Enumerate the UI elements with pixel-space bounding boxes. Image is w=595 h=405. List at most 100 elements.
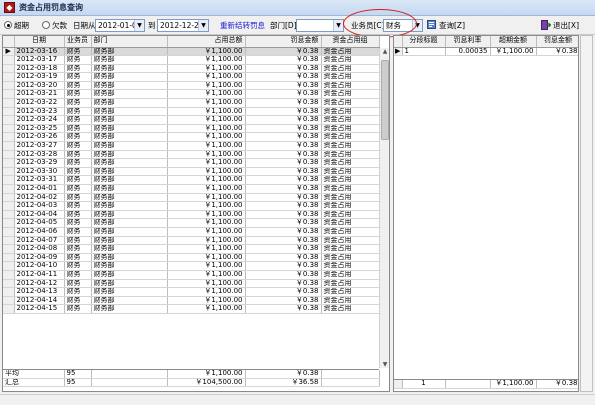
table-row[interactable]: 2012-03-30 财务 财务部 ￥1,100.00 ￥0.38 资金占用 <box>3 167 380 177</box>
row-indicator[interactable] <box>3 304 15 314</box>
exit-button[interactable]: 退出[X] <box>541 19 579 32</box>
table-row[interactable]: 2012-04-12 财务 财务部 ￥1,100.00 ￥0.38 资金占用 <box>3 279 380 289</box>
col-header-dept[interactable]: 部门 <box>91 36 168 48</box>
row-indicator[interactable] <box>3 72 15 82</box>
row-indicator[interactable] <box>3 287 15 297</box>
table-row[interactable]: 2012-04-03 财务 财务部 ￥1,100.00 ￥0.38 资金占用 <box>3 201 380 211</box>
table-row[interactable]: 2012-04-05 财务 财务部 ￥1,100.00 ￥0.38 资金占用 <box>3 218 380 228</box>
table-row[interactable]: 2012-04-01 财务 财务部 ￥1,100.00 ￥0.38 资金占用 <box>3 184 380 194</box>
toolbar: 超期 欠款 日期从 2012-01-01 ▼ 到 2012-12-24 ▼ 重新… <box>0 16 595 35</box>
table-row[interactable]: 2012-04-06 财务 财务部 ￥1,100.00 ￥0.38 资金占用 <box>3 227 380 237</box>
row-indicator[interactable] <box>3 193 15 203</box>
table-row[interactable]: 2012-03-17 财务 财务部 ￥1,100.00 ￥0.38 资金占用 <box>3 55 380 65</box>
date-from-input[interactable]: 2012-01-01 ▼ <box>95 19 145 32</box>
chevron-down-icon[interactable]: ▼ <box>412 20 422 31</box>
row-indicator[interactable]: ▶ <box>394 47 403 57</box>
row-indicator[interactable] <box>3 81 15 91</box>
row-indicator[interactable] <box>3 64 15 74</box>
recalc-button[interactable]: 重新结转罚息 <box>220 19 265 32</box>
row-indicator[interactable] <box>3 184 15 194</box>
table-cell: ￥0.38 <box>245 236 322 246</box>
row-indicator[interactable] <box>3 175 15 185</box>
table-row[interactable]: 2012-04-07 财务 财务部 ￥1,100.00 ￥0.38 资金占用 <box>3 236 380 246</box>
table-row[interactable]: 2012-03-25 财务 财务部 ￥1,100.00 ￥0.38 资金占用 <box>3 124 380 134</box>
table-row[interactable]: 2012-04-14 财务 财务部 ￥1,100.00 ￥0.38 资金占用 <box>3 296 380 306</box>
table-row[interactable]: 2012-04-09 财务 财务部 ￥1,100.00 ￥0.38 资金占用 <box>3 253 380 263</box>
table-row[interactable]: 2012-04-08 财务 财务部 ￥1,100.00 ￥0.38 资金占用 <box>3 244 380 254</box>
row-indicator[interactable] <box>3 279 15 289</box>
row-indicator[interactable] <box>3 158 15 168</box>
dept-select[interactable]: ▼ <box>296 19 344 32</box>
table-cell: 2012-04-10 <box>14 261 65 271</box>
row-indicator[interactable] <box>3 236 15 246</box>
row-indicator[interactable] <box>3 261 15 271</box>
table-cell: 财务部 <box>91 150 168 160</box>
col-header-rate[interactable]: 罚息利率 <box>445 36 491 48</box>
right-scroll-area[interactable] <box>580 35 593 392</box>
row-indicator[interactable] <box>3 107 15 117</box>
col-header-total[interactable]: 占用总额 <box>167 36 246 48</box>
table-row[interactable]: 2012-04-04 财务 财务部 ￥1,100.00 ￥0.38 资金占用 <box>3 210 380 220</box>
table-row[interactable]: 2012-03-24 财务 财务部 ￥1,100.00 ￥0.38 资金占用 <box>3 115 380 125</box>
table-row[interactable]: 2012-03-22 财务 财务部 ￥1,100.00 ￥0.38 资金占用 <box>3 98 380 108</box>
col-header-segment[interactable]: 分段标题 <box>402 36 446 48</box>
col-header-penalty[interactable]: 罚息金额 <box>245 36 322 48</box>
summary-cell: ￥0.38 <box>245 370 322 379</box>
col-header-group[interactable]: 资金占用组 <box>321 36 380 48</box>
col-header-salesman[interactable]: 业务员 <box>64 36 92 48</box>
row-indicator[interactable] <box>3 201 15 211</box>
row-indicator[interactable] <box>3 218 15 228</box>
segment-row[interactable]: ▶ 1 0.00035 ￥1,100.00 ￥0.38 <box>394 47 578 57</box>
row-indicator[interactable] <box>3 296 15 306</box>
row-indicator[interactable] <box>3 270 15 280</box>
table-row[interactable]: 2012-04-11 财务 财务部 ￥1,100.00 ￥0.38 资金占用 <box>3 270 380 280</box>
chevron-down-icon[interactable]: ▼ <box>134 20 144 31</box>
table-row[interactable]: 2012-03-31 财务 财务部 ￥1,100.00 ￥0.38 资金占用 <box>3 175 380 185</box>
scroll-up-icon[interactable]: ▲ <box>380 48 389 55</box>
table-row[interactable]: 2012-03-26 财务 财务部 ￥1,100.00 ￥0.38 资金占用 <box>3 132 380 143</box>
row-indicator[interactable] <box>3 167 15 177</box>
date-to-input[interactable]: 2012-12-24 ▼ <box>157 19 209 32</box>
row-indicator[interactable] <box>3 244 15 254</box>
row-indicator[interactable] <box>3 55 15 65</box>
row-indicator[interactable] <box>3 124 15 134</box>
chevron-down-icon[interactable]: ▼ <box>333 20 343 31</box>
table-cell: 2012-03-30 <box>14 167 65 177</box>
scroll-down-icon[interactable]: ▼ <box>380 361 389 368</box>
radio-overdue[interactable]: 超期 <box>4 19 29 32</box>
row-indicator[interactable] <box>3 89 15 100</box>
table-row[interactable]: 2012-04-15 财务 财务部 ￥1,100.00 ￥0.38 资金占用 <box>3 304 380 314</box>
salesman-select[interactable]: 财务 ▼ <box>383 19 423 32</box>
row-indicator[interactable] <box>3 132 15 143</box>
row-indicator[interactable] <box>3 227 15 237</box>
row-indicator[interactable] <box>3 115 15 125</box>
row-indicator[interactable] <box>3 98 15 108</box>
vertical-scrollbar[interactable]: ▲ ▼ <box>379 48 389 368</box>
col-header-overdue-amount[interactable]: 超期金额 <box>490 36 537 48</box>
table-row[interactable]: 2012-03-18 财务 财务部 ￥1,100.00 ￥0.38 资金占用 <box>3 64 380 74</box>
row-indicator[interactable]: ▶ <box>3 47 15 57</box>
table-row[interactable]: 2012-03-20 财务 财务部 ￥1,100.00 ￥0.38 资金占用 <box>3 81 380 91</box>
table-row[interactable]: 2012-03-19 财务 财务部 ￥1,100.00 ￥0.38 资金占用 <box>3 72 380 82</box>
table-row[interactable]: ▶ 2012-03-16 财务 财务部 ￥1,100.00 ￥0.38 资金占用 <box>3 47 380 57</box>
chevron-down-icon[interactable]: ▼ <box>198 20 208 31</box>
row-indicator[interactable] <box>3 141 15 151</box>
row-indicator[interactable] <box>3 253 15 263</box>
table-row[interactable]: 2012-04-10 财务 财务部 ￥1,100.00 ￥0.38 资金占用 <box>3 261 380 271</box>
table-row[interactable]: 2012-04-02 财务 财务部 ￥1,100.00 ￥0.38 资金占用 <box>3 193 380 203</box>
table-row[interactable]: 2012-03-28 财务 财务部 ￥1,100.00 ￥0.38 资金占用 <box>3 150 380 160</box>
scroll-thumb[interactable] <box>381 60 389 140</box>
table-row[interactable]: 2012-04-13 财务 财务部 ￥1,100.00 ￥0.38 资金占用 <box>3 287 380 297</box>
table-row[interactable]: 2012-03-27 财务 财务部 ￥1,100.00 ￥0.38 资金占用 <box>3 141 380 151</box>
table-row[interactable]: 2012-03-29 财务 财务部 ￥1,100.00 ￥0.38 资金占用 <box>3 158 380 168</box>
col-header-penalty-amount[interactable]: 罚息金额 <box>536 36 578 48</box>
radio-owed[interactable]: 欠款 <box>42 19 67 32</box>
row-indicator[interactable] <box>3 150 15 160</box>
row-indicator[interactable] <box>3 210 15 220</box>
table-row[interactable]: 2012-03-23 财务 财务部 ￥1,100.00 ￥0.38 资金占用 <box>3 107 380 117</box>
table-cell: 2012-04-08 <box>14 244 65 254</box>
query-button[interactable]: 查询[Z] <box>427 19 465 32</box>
table-cell: 财务部 <box>91 98 168 108</box>
col-header-date[interactable]: 日期 <box>14 36 65 48</box>
table-row[interactable]: 2012-03-21 财务 财务部 ￥1,100.00 ￥0.38 资金占用 <box>3 89 380 100</box>
